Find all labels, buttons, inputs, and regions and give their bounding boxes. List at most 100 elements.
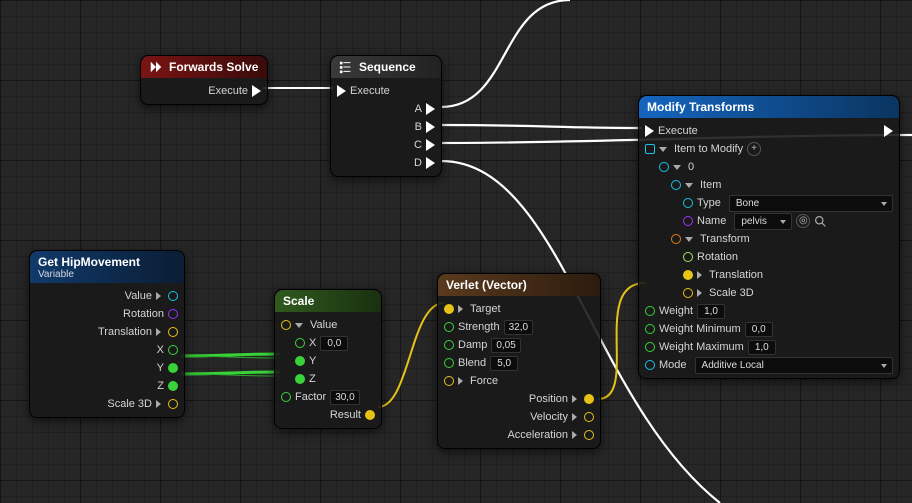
chevron-down-icon <box>659 147 667 152</box>
node-header: Forwards Solve <box>141 56 267 78</box>
pin-row-x[interactable]: X <box>36 341 178 359</box>
pin-row-weight-min[interactable]: Weight Minimum0,0 <box>645 320 893 338</box>
pin-row-type[interactable]: Type Bone <box>645 194 893 212</box>
node-get-hipmovement[interactable]: Get HipMovement Variable Value Rotation … <box>29 250 185 418</box>
weight-value[interactable]: 1,0 <box>697 304 725 319</box>
node-header: Get HipMovement Variable <box>30 251 184 283</box>
pin-row-item[interactable]: Item <box>645 176 893 194</box>
pin-row-item-to-modify[interactable]: Item to Modify + <box>645 140 893 158</box>
chevron-right-icon <box>156 400 161 408</box>
node-modify-transforms[interactable]: Modify Transforms Execute Item to Modify… <box>638 95 900 379</box>
pick-bone-button[interactable]: ◎ <box>796 214 810 228</box>
pin-row-a[interactable]: A <box>337 100 435 118</box>
weight-min-value[interactable]: 0,0 <box>745 322 773 337</box>
pin-row-y[interactable]: Y <box>36 359 178 377</box>
chevron-right-icon <box>572 413 577 421</box>
pin-row-result[interactable]: Result <box>281 406 375 424</box>
pin-row-mode[interactable]: ModeAdditive Local <box>645 356 893 374</box>
search-icon[interactable] <box>814 215 827 228</box>
pin-row-weight-max[interactable]: Weight Maximum1,0 <box>645 338 893 356</box>
blend-value[interactable]: 5,0 <box>490 356 518 371</box>
float-pin-icon <box>444 340 454 350</box>
strength-value[interactable]: 32,0 <box>504 320 533 335</box>
pin-row-d[interactable]: D <box>337 154 435 172</box>
vector-pin-icon <box>584 394 594 404</box>
pin-row-translation[interactable]: Translation <box>645 266 893 284</box>
vector-pin-icon <box>584 412 594 422</box>
chevron-down-icon <box>295 323 303 328</box>
pin-row-rotation[interactable]: Rotation <box>645 248 893 266</box>
pin-row-name[interactable]: Name pelvis ◎ <box>645 212 893 230</box>
vector-pin-icon <box>365 410 375 420</box>
node-sequence[interactable]: Sequence Execute A B C D <box>330 55 442 177</box>
node-header: Modify Transforms <box>639 96 899 118</box>
pin-row-scale3d[interactable]: Scale 3D <box>645 284 893 302</box>
mode-dropdown[interactable]: Additive Local <box>695 357 893 374</box>
pin-row-value[interactable]: Value <box>36 287 178 305</box>
chevron-right-icon <box>572 431 577 439</box>
vector-pin-icon <box>683 288 693 298</box>
pin-row-damp[interactable]: Damp0,05 <box>444 336 594 354</box>
pin-row-acceleration[interactable]: Acceleration <box>444 426 594 444</box>
pin-row-transform[interactable]: Transform <box>645 230 893 248</box>
float-pin-icon <box>444 358 454 368</box>
node-subtitle: Variable <box>38 269 176 280</box>
pin-row-rotation[interactable]: Rotation <box>36 305 178 323</box>
pin-row-blend[interactable]: Blend5,0 <box>444 354 594 372</box>
node-header: Verlet (Vector) <box>438 274 600 296</box>
pin-row-position[interactable]: Position <box>444 390 594 408</box>
node-forwards-solve[interactable]: Forwards Solve Execute <box>140 55 268 105</box>
pin-row-value[interactable]: Value <box>281 316 375 334</box>
pin-row-z[interactable]: Z <box>36 377 178 395</box>
name-pin-icon <box>683 216 693 226</box>
node-title: Scale <box>283 294 314 308</box>
pin-row-velocity[interactable]: Velocity <box>444 408 594 426</box>
chevron-down-icon <box>685 237 693 242</box>
pin-row-execute-out[interactable]: Execute <box>147 82 261 100</box>
pin-row-force[interactable]: Force <box>444 372 594 390</box>
exec-out-icon <box>426 121 435 133</box>
pin-row-y[interactable]: Y <box>281 352 375 370</box>
float-pin-icon <box>281 392 291 402</box>
pin-row-b[interactable]: B <box>337 118 435 136</box>
pin-row-weight[interactable]: Weight1,0 <box>645 302 893 320</box>
float-pin-icon <box>168 381 178 391</box>
struct-pin-icon <box>671 180 681 190</box>
pin-row-translation[interactable]: Translation <box>36 323 178 341</box>
event-icon <box>149 60 163 74</box>
float-pin-icon <box>168 345 178 355</box>
quat-pin-icon <box>683 252 693 262</box>
rotator-pin-icon <box>168 309 178 319</box>
name-dropdown[interactable]: pelvis <box>734 213 792 230</box>
damp-value[interactable]: 0,05 <box>491 338 520 353</box>
pin-row-z[interactable]: Z <box>281 370 375 388</box>
float-pin-icon <box>295 356 305 366</box>
pin-row-factor[interactable]: Factor30,0 <box>281 388 375 406</box>
node-verlet[interactable]: Verlet (Vector) Target Strength32,0 Damp… <box>437 273 601 449</box>
type-dropdown[interactable]: Bone <box>729 195 893 212</box>
pin-row-execute[interactable]: Execute <box>645 122 893 140</box>
exec-out-icon <box>426 139 435 151</box>
vector-pin-icon <box>584 430 594 440</box>
pin-row-target[interactable]: Target <box>444 300 594 318</box>
float-pin-icon <box>444 322 454 332</box>
vector-pin-icon <box>444 304 454 314</box>
pin-row-index0[interactable]: 0 <box>645 158 893 176</box>
node-scale[interactable]: Scale Value X0,0 Y Z Factor30,0 Result <box>274 289 382 429</box>
pin-row-x[interactable]: X0,0 <box>281 334 375 352</box>
chevron-right-icon <box>156 292 161 300</box>
pin-row-execute-in[interactable]: Execute <box>337 82 435 100</box>
float-pin-icon <box>645 306 655 316</box>
vector-pin-icon <box>683 270 693 280</box>
chevron-right-icon <box>458 377 463 385</box>
x-value[interactable]: 0,0 <box>320 336 348 351</box>
chevron-right-icon <box>458 305 463 313</box>
pin-row-scale3d[interactable]: Scale 3D <box>36 395 178 413</box>
factor-value[interactable]: 30,0 <box>330 390 359 405</box>
pin-row-strength[interactable]: Strength32,0 <box>444 318 594 336</box>
node-title: Sequence <box>359 60 416 74</box>
add-element-button[interactable]: + <box>747 142 761 156</box>
vector-pin-icon <box>168 327 178 337</box>
weight-max-value[interactable]: 1,0 <box>748 340 776 355</box>
pin-row-c[interactable]: C <box>337 136 435 154</box>
